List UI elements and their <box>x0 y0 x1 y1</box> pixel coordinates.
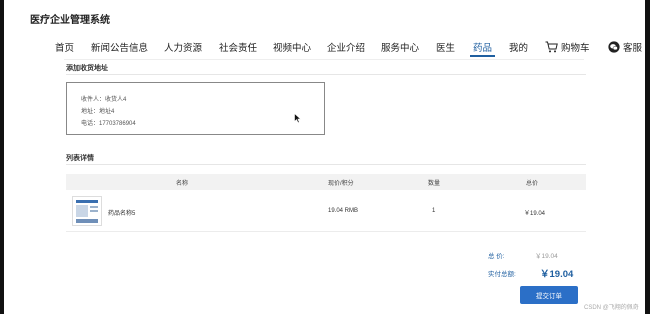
nav-company-intro[interactable]: 企业介绍 <box>327 40 365 54</box>
address-card[interactable]: 收件人：收货人4 地址：地址4 电话：17703786904 <box>66 82 325 135</box>
address-phone: 电话：17703786904 <box>81 121 136 127</box>
product-thumbnail[interactable] <box>72 196 102 226</box>
wechat-icon <box>608 41 620 53</box>
address-section-divider <box>66 74 586 75</box>
nav-service-center[interactable]: 服务中心 <box>381 40 419 54</box>
address-recipient: 收件人：收货人4 <box>81 97 127 103</box>
product-name: 药品名称5 <box>108 211 136 217</box>
nav-home[interactable]: 首页 <box>55 40 74 54</box>
product-price: 19.04 RMB <box>328 208 359 214</box>
app-title: 医疗企业管理系统 <box>30 15 110 26</box>
list-section-divider <box>66 164 586 165</box>
cart-icon <box>545 41 558 53</box>
product-total: ￥19.04 <box>524 211 546 217</box>
address-line: 地址：地址4 <box>81 109 115 115</box>
table-row: 药品名称5 19.04 RMB 1 ￥19.04 <box>66 190 586 232</box>
paid-total-value: ￥19.04 <box>540 269 574 280</box>
service-label: 客服 <box>623 43 643 54</box>
nav-mine[interactable]: 我的 <box>509 40 528 54</box>
column-header-name: 名称 <box>176 181 189 187</box>
cart-label: 购物车 <box>561 43 590 54</box>
product-quantity: 1 <box>432 208 436 214</box>
nav-hr[interactable]: 人力资源 <box>164 40 202 54</box>
submit-order-button[interactable]: 提交订单 <box>520 286 578 304</box>
column-header-price: 现价/积分 <box>328 181 354 187</box>
nav-doctor[interactable]: 医生 <box>436 40 455 54</box>
main-nav: 首页 新闻公告信息 人力资源 社会责任 视频中心 企业介绍 服务中心 医生 药品… <box>4 38 645 58</box>
total-price-value: ￥19.04 <box>535 253 558 260</box>
column-header-total: 总价 <box>526 181 539 187</box>
nav-cart[interactable]: 购物车 <box>545 40 590 54</box>
app-window: 医疗企业管理系统 首页 新闻公告信息 人力资源 社会责任 视频中心 企业介绍 服… <box>4 0 645 314</box>
list-section-title: 列表详情 <box>66 155 94 162</box>
nav-divider <box>64 59 584 60</box>
nav-social-responsibility[interactable]: 社会责任 <box>219 40 257 54</box>
watermark: CSDN @飞翔的佩奇 <box>584 305 639 311</box>
paid-total-label: 实付总额: <box>488 271 516 278</box>
address-section-title: 添加收货地址 <box>66 65 108 72</box>
nav-medicine[interactable]: 药品 <box>469 40 496 57</box>
column-header-quantity: 数量 <box>428 181 441 187</box>
table-header: 名称 现价/积分 数量 总价 <box>66 174 586 190</box>
nav-video-center[interactable]: 视频中心 <box>273 40 311 54</box>
mouse-cursor-icon <box>294 113 302 124</box>
nav-service[interactable]: 客服 <box>608 40 642 54</box>
total-price-label: 总 价: <box>488 253 505 260</box>
nav-news[interactable]: 新闻公告信息 <box>91 40 148 54</box>
